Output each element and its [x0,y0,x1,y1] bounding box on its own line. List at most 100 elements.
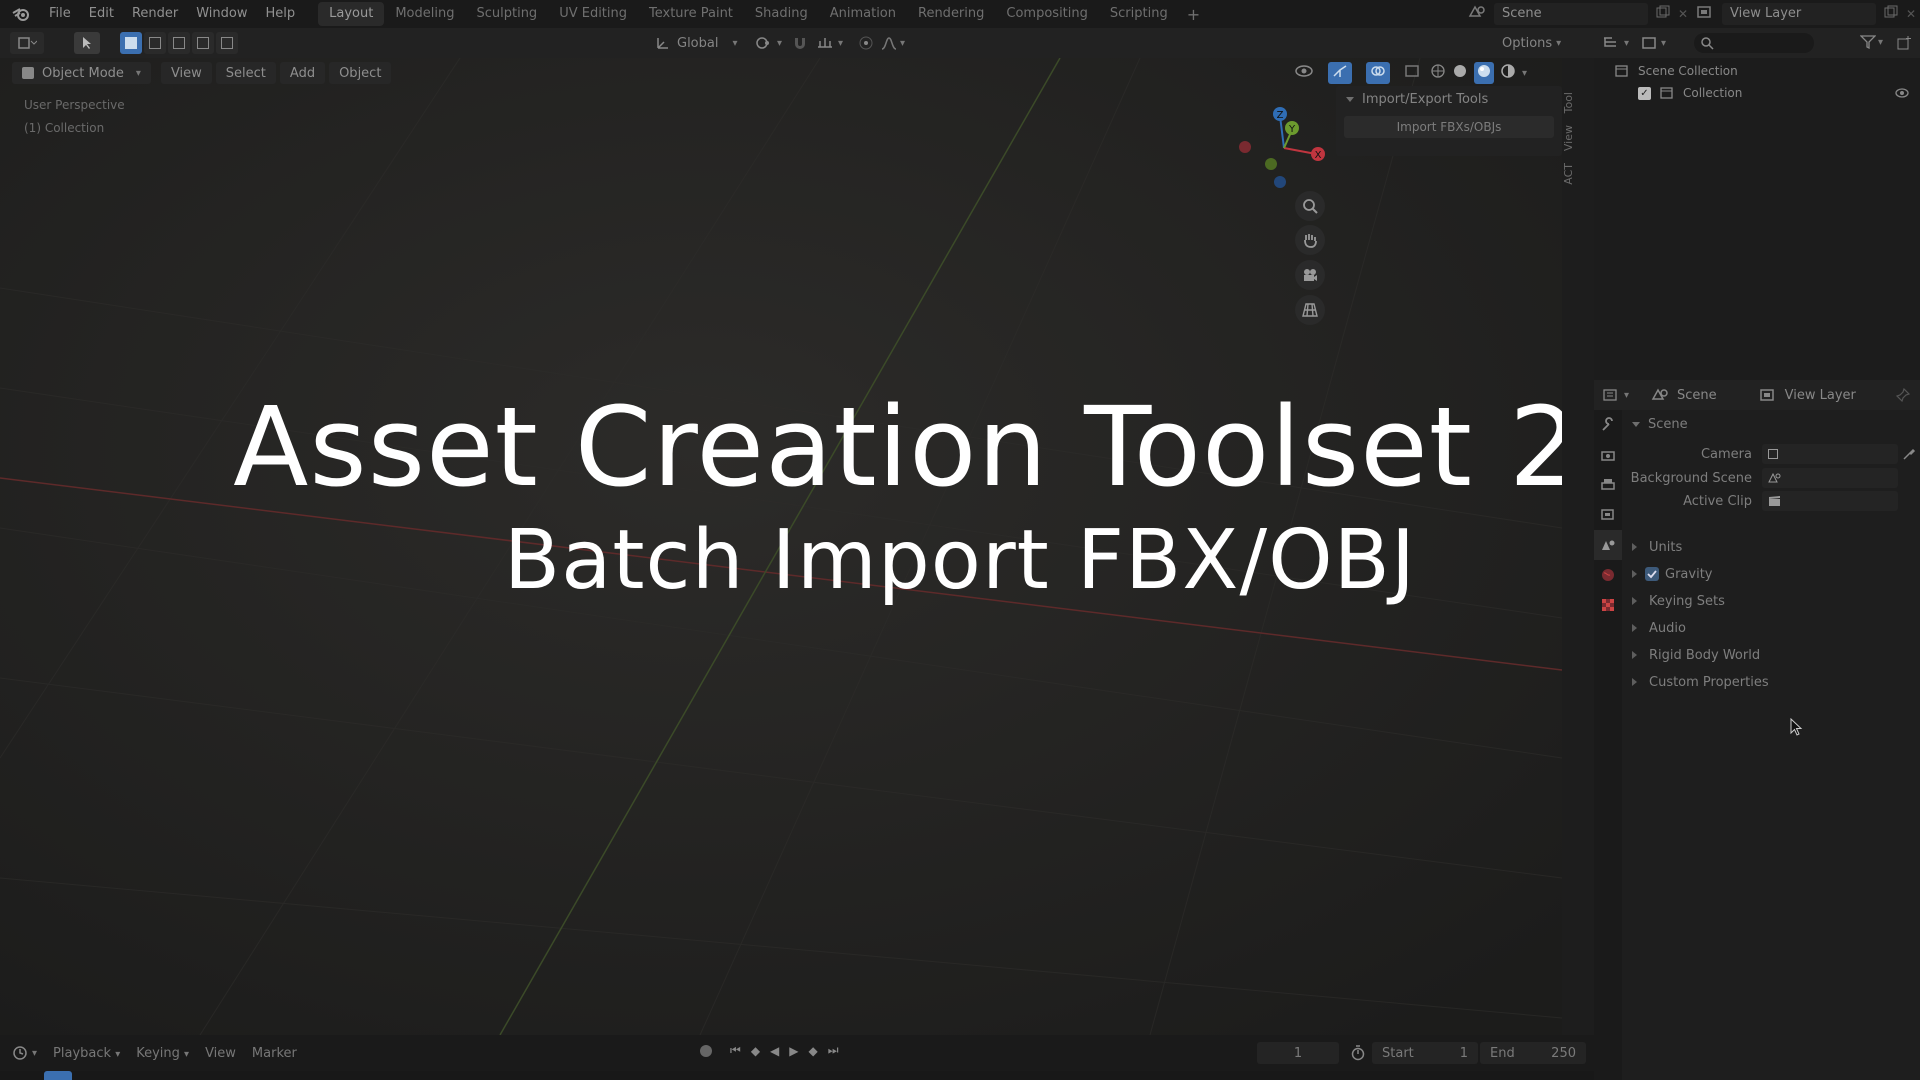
snap-target-dropdown[interactable]: ▾ [816,32,843,54]
camera-view-button[interactable] [1295,260,1325,290]
pin-icon[interactable] [1896,388,1910,402]
current-frame-field[interactable]: 1 [1257,1042,1339,1064]
scene-selector[interactable]: Scene ✕ [1468,3,1688,25]
custom-properties-panel-header[interactable]: Custom Properties [1622,671,1769,693]
new-scene-icon[interactable] [1656,5,1670,23]
tab-modeling[interactable]: Modeling [384,2,465,26]
keying-sets-panel-header[interactable]: Keying Sets [1622,590,1725,612]
world-properties-tab[interactable] [1594,560,1622,590]
jump-to-keyframe-back-icon[interactable]: ◆ [751,1044,760,1058]
keying-menu[interactable]: Keying ▾ [136,1046,189,1061]
falloff-dropdown[interactable]: ▾ [880,32,905,54]
outliner-row-collection[interactable]: ✓ Collection [1594,82,1920,104]
tab-scripting[interactable]: Scripting [1099,2,1179,26]
select-invert-button[interactable] [192,32,214,54]
object-menu[interactable]: Object [329,62,392,84]
transform-orientation-dropdown[interactable]: Global ▾ [655,32,738,54]
play-icon[interactable]: ▶ [789,1044,798,1058]
zoom-view-button[interactable] [1295,191,1325,221]
jump-to-start-icon[interactable]: ⏮ [730,1043,741,1058]
eyedropper-icon[interactable] [1902,447,1916,461]
blender-logo-icon[interactable] [10,3,32,25]
select-extend-button[interactable] [144,32,166,54]
xray-toggle-icon[interactable] [1404,64,1420,82]
jump-to-keyframe-forward-icon[interactable]: ◆ [809,1044,818,1058]
tab-rendering[interactable]: Rendering [907,2,995,26]
snap-toggle[interactable] [792,32,808,54]
tab-sculpting[interactable]: Sculpting [465,2,548,26]
render-properties-tab[interactable] [1594,440,1622,470]
visibility-eye-icon[interactable] [1294,64,1314,82]
tab-shading[interactable]: Shading [744,2,819,26]
view-layer-name-field[interactable]: View Layer [1722,3,1876,25]
select-tool-button[interactable] [74,32,100,54]
background-scene-field[interactable] [1762,468,1898,488]
gravity-panel-header[interactable]: Gravity [1622,563,1712,585]
camera-field[interactable] [1762,444,1898,464]
select-menu[interactable]: Select [215,62,276,84]
playback-menu[interactable]: Playback ▾ [53,1046,120,1061]
texture-properties-tab[interactable] [1594,590,1622,620]
timeline-editor-type-button[interactable]: ▾ [12,1045,37,1061]
timeline-editor[interactable]: ▾ Playback ▾ Keying ▾ View Marker ⏮ ◆ ◀ … [0,1035,1594,1080]
close-scene-icon[interactable]: ✕ [1678,7,1688,21]
outliner-editor-type-button[interactable]: ▾ [1602,36,1629,50]
add-menu[interactable]: Add [279,62,326,84]
pan-view-button[interactable] [1295,225,1325,255]
material-preview-icon[interactable] [1474,62,1494,84]
overlay-toggle-icon[interactable] [1366,62,1390,84]
scene-section-header[interactable]: Scene [1622,413,1688,435]
tab-tool[interactable]: Tool [1562,86,1582,119]
outliner-search-input[interactable] [1694,33,1814,53]
3d-viewport[interactable]: Object Mode ▾ View Select Add Object ▾ U… [0,58,1562,1035]
auto-keying-button[interactable] [700,1044,712,1057]
rigid-body-world-panel-header[interactable]: Rigid Body World [1622,644,1760,666]
select-new-button[interactable] [120,32,142,54]
menu-render[interactable]: Render [123,0,187,28]
filter-dropdown[interactable]: ▾ [1860,35,1883,49]
solid-shading-icon[interactable] [1452,63,1468,83]
options-dropdown[interactable]: Options ▾ [1502,32,1561,54]
outliner[interactable]: Scene Collection ✓ Collection [1594,58,1920,380]
play-reverse-icon[interactable]: ◀ [770,1044,779,1058]
start-frame-field[interactable]: Start 1 [1372,1042,1478,1064]
display-mode-dropdown[interactable]: ▾ [1641,36,1666,50]
scene-name-field[interactable]: Scene [1494,3,1648,25]
stopwatch-icon[interactable] [1350,1045,1366,1061]
pivot-point-dropdown[interactable]: ▾ [755,32,782,54]
add-workspace-button[interactable]: + [1179,5,1208,24]
import-export-panel-header[interactable]: Import/Export Tools [1336,86,1562,112]
scene-properties-tab[interactable] [1594,530,1622,560]
new-collection-button[interactable] [1896,35,1912,55]
select-subtract-button[interactable] [168,32,190,54]
collection-checkbox[interactable]: ✓ [1638,86,1651,100]
chevron-down-icon[interactable]: ▾ [1522,68,1527,79]
proportional-edit-toggle[interactable] [858,32,874,54]
tab-uv-editing[interactable]: UV Editing [548,2,638,26]
timeline-ruler[interactable] [0,1071,1594,1080]
view-layer-selector[interactable]: View Layer ✕ [1696,3,1916,25]
jump-to-end-icon[interactable]: ⏭ [828,1043,839,1058]
close-view-layer-icon[interactable]: ✕ [1906,7,1916,21]
wireframe-shading-icon[interactable] [1430,63,1446,83]
menu-help[interactable]: Help [257,0,305,28]
eye-icon[interactable] [1894,87,1910,99]
gizmo-toggle-icon[interactable] [1328,62,1352,84]
properties-editor-type-button[interactable]: ▾ [1602,388,1629,402]
menu-file[interactable]: File [40,0,80,28]
tab-layout[interactable]: Layout [318,2,385,26]
gravity-checkbox[interactable] [1645,567,1659,581]
import-fbx-obj-button[interactable]: Import FBXs/OBJs [1344,116,1554,138]
tab-animation[interactable]: Animation [819,2,907,26]
new-view-layer-icon[interactable] [1884,5,1898,23]
marker-menu[interactable]: Marker [252,1046,297,1061]
outliner-row-scene-collection[interactable]: Scene Collection [1614,60,1738,82]
object-mode-dropdown[interactable]: Object Mode ▾ [12,62,151,84]
output-properties-tab[interactable] [1594,470,1622,500]
end-frame-field[interactable]: End 250 [1480,1042,1586,1064]
rendered-shading-icon[interactable] [1500,63,1516,83]
tab-compositing[interactable]: Compositing [995,2,1099,26]
tab-act[interactable]: ACT [1562,157,1582,191]
playhead[interactable] [44,1071,72,1080]
tab-texture-paint[interactable]: Texture Paint [638,2,744,26]
